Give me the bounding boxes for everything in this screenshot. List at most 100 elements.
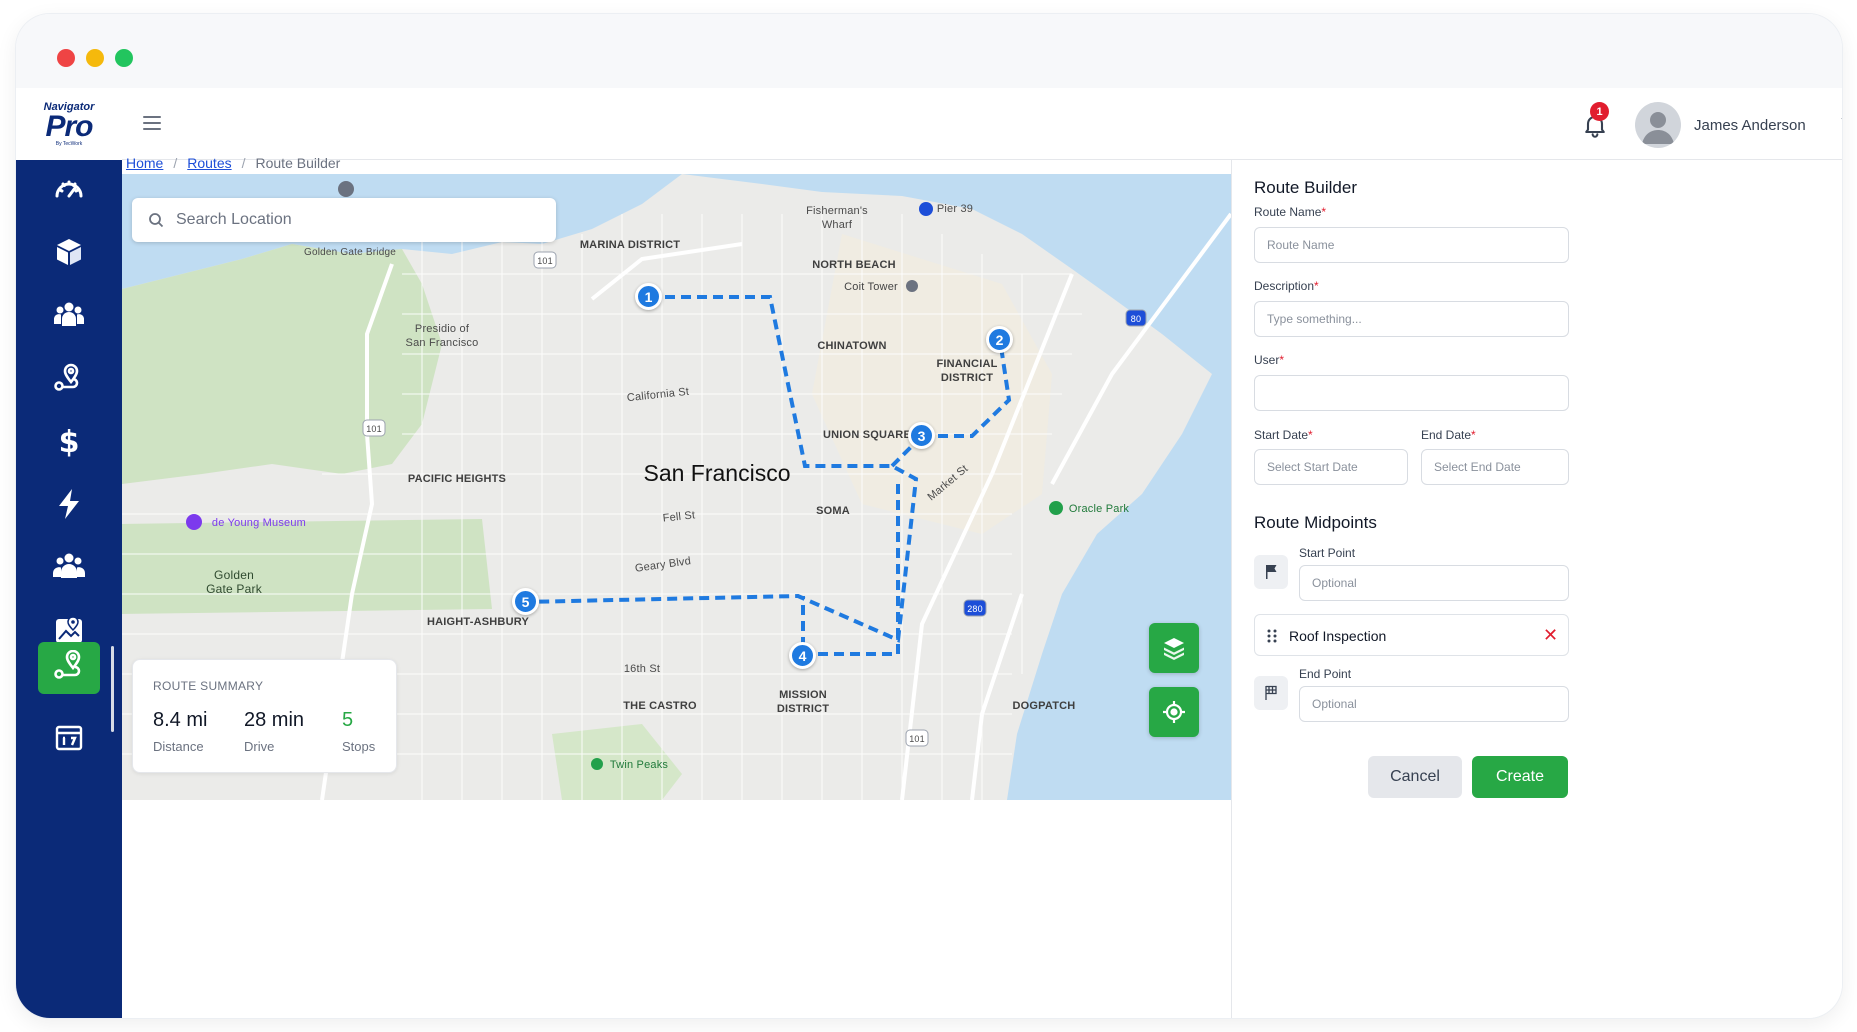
sidebar-item-inventory[interactable]: [38, 223, 100, 281]
checkered-flag-icon: [1265, 685, 1277, 700]
avatar-silhouette-icon: [1642, 112, 1674, 144]
app-logo[interactable]: Navigator Pro By TecWork: [16, 88, 122, 160]
breadcrumb-separator: /: [173, 155, 178, 171]
create-button[interactable]: Create: [1472, 756, 1568, 798]
chevron-down-icon[interactable]: [1838, 112, 1842, 128]
drive-metric: 28 min Drive: [244, 709, 304, 754]
hamburger-menu-icon[interactable]: [143, 116, 161, 130]
map-label-san-francisco: San Francisco: [643, 460, 791, 486]
team-icon: [54, 302, 84, 326]
user-name[interactable]: James Anderson: [1694, 117, 1806, 134]
highway-280-shield: 280: [967, 604, 983, 614]
user-input[interactable]: [1254, 375, 1569, 411]
window-titlebar: [16, 14, 1842, 88]
golden-gate-park: [122, 519, 492, 614]
sidebar-item-users[interactable]: [38, 538, 100, 596]
route-stop-marker[interactable]: 5: [512, 588, 539, 615]
map-label-soma: SOMA: [816, 505, 850, 517]
svg-text:$: $: [59, 425, 80, 459]
start-date-input[interactable]: [1254, 449, 1408, 485]
end-point-input[interactable]: [1299, 686, 1569, 722]
location-search-box[interactable]: [132, 198, 556, 242]
sidebar: $: [16, 160, 122, 1018]
map-label-north-beach: NORTH BEACH: [812, 259, 896, 271]
drag-handle-icon[interactable]: [1267, 629, 1277, 643]
map-label-the-castro: THE CASTRO: [623, 700, 697, 712]
sidebar-item-teams[interactable]: [38, 286, 100, 344]
user-label: User*: [1254, 353, 1284, 367]
start-date-label: Start Date*: [1254, 428, 1313, 442]
crosshair-icon: [1163, 701, 1185, 723]
breadcrumb-current: Route Builder: [255, 155, 341, 171]
cancel-button[interactable]: Cancel: [1368, 756, 1462, 798]
start-point-input[interactable]: [1299, 565, 1569, 601]
window-minimize-dot[interactable]: [86, 49, 104, 67]
sidebar-item-locations[interactable]: [38, 349, 100, 407]
description-label-text: Description: [1254, 279, 1315, 293]
required-mark: *: [1314, 279, 1319, 293]
drive-value: 28 min: [244, 709, 305, 731]
route-summary-card: ROUTE SUMMARY 8.4 mi Distance 28 min Dri…: [132, 659, 397, 773]
sidebar-item-actions[interactable]: [38, 475, 100, 533]
end-point-label: End Point: [1299, 667, 1352, 681]
logo-sub-text: By TecWork: [55, 140, 83, 147]
dollar-icon: $: [59, 425, 80, 459]
calendar-icon: [55, 725, 83, 751]
sidebar-item-dashboard[interactable]: [38, 160, 100, 218]
sidebar-scrollbar[interactable]: [111, 646, 114, 732]
breadcrumb: Home / Routes / Route Builder: [126, 155, 340, 171]
panel-title: Route Builder: [1254, 178, 1358, 197]
distance-value: 8.4 mi: [153, 709, 208, 731]
start-flag-box: [1254, 555, 1288, 589]
breadcrumb-separator: /: [241, 155, 246, 171]
description-input[interactable]: [1254, 301, 1569, 337]
drive-label: Drive: [244, 739, 275, 754]
search-icon: [149, 213, 164, 228]
window-maximize-dot[interactable]: [115, 49, 133, 67]
map-label-financial-district: FINANCIAL DISTRICT: [936, 358, 998, 384]
route-stop-marker[interactable]: 1: [635, 283, 662, 310]
description-label: Description*: [1254, 279, 1319, 293]
route-name-input[interactable]: [1254, 227, 1569, 263]
sidebar-item-billing[interactable]: $: [38, 412, 100, 470]
my-location-button[interactable]: [1149, 687, 1199, 737]
midpoint-row[interactable]: Roof Inspection ✕: [1254, 614, 1569, 656]
map-layers-button[interactable]: [1149, 623, 1199, 673]
required-mark: *: [1321, 205, 1327, 219]
stops-label: Stops: [342, 739, 376, 754]
route-stop-marker[interactable]: 2: [986, 326, 1013, 353]
sidebar-item-schedule[interactable]: [38, 709, 100, 767]
window-close-dot[interactable]: [57, 49, 75, 67]
end-date-input[interactable]: [1421, 449, 1569, 485]
map-label-mission-district: MISSION DISTRICT: [776, 689, 830, 715]
remove-midpoint-icon[interactable]: ✕: [1543, 625, 1558, 646]
map-label-presidio: Presidio of San Francisco: [405, 323, 479, 349]
end-date-label-text: End Date: [1421, 428, 1472, 442]
route-stop-marker[interactable]: 4: [789, 642, 816, 669]
map-label-twin-peaks: Twin Peaks: [609, 759, 669, 771]
route-summary-title: ROUTE SUMMARY: [153, 679, 264, 693]
user-label-text: User: [1254, 353, 1280, 367]
end-date-label: End Date*: [1421, 428, 1476, 442]
route-map[interactable]: MARINA DISTRICT Fisherman's Wharf Pier 3…: [122, 174, 1231, 800]
search-location-input[interactable]: [176, 211, 536, 229]
map-label-oracle-park: Oracle Park: [1068, 503, 1130, 515]
route-midpoints-title: Route Midpoints: [1254, 513, 1377, 532]
dashboard-gauge-icon: [55, 180, 83, 198]
logo-main-text: Pro: [45, 109, 93, 143]
map-label-golden-gate-park: Golden Gate Park: [206, 568, 262, 596]
map-label-fishermans-wharf: Fisherman's Wharf: [806, 205, 868, 231]
map-label-golden-gate-bridge: Golden Gate Bridge: [304, 247, 396, 258]
route-stop-marker[interactable]: 3: [908, 422, 935, 449]
required-mark: *: [1279, 353, 1285, 367]
start-point-label: Start Point: [1299, 546, 1356, 560]
avatar[interactable]: [1635, 102, 1681, 148]
sidebar-item-routes[interactable]: [38, 642, 100, 694]
layers-icon: [1164, 638, 1184, 660]
end-flag-box: [1254, 676, 1288, 710]
breadcrumb-routes-link[interactable]: Routes: [187, 155, 231, 171]
breadcrumb-home-link[interactable]: Home: [126, 155, 163, 171]
map-label-coit-tower: Coit Tower: [844, 281, 898, 293]
map-label-16th-st: 16th St: [623, 663, 661, 675]
app-window: Navigator Pro By TecWork 1 James Anderso…: [16, 14, 1842, 1018]
